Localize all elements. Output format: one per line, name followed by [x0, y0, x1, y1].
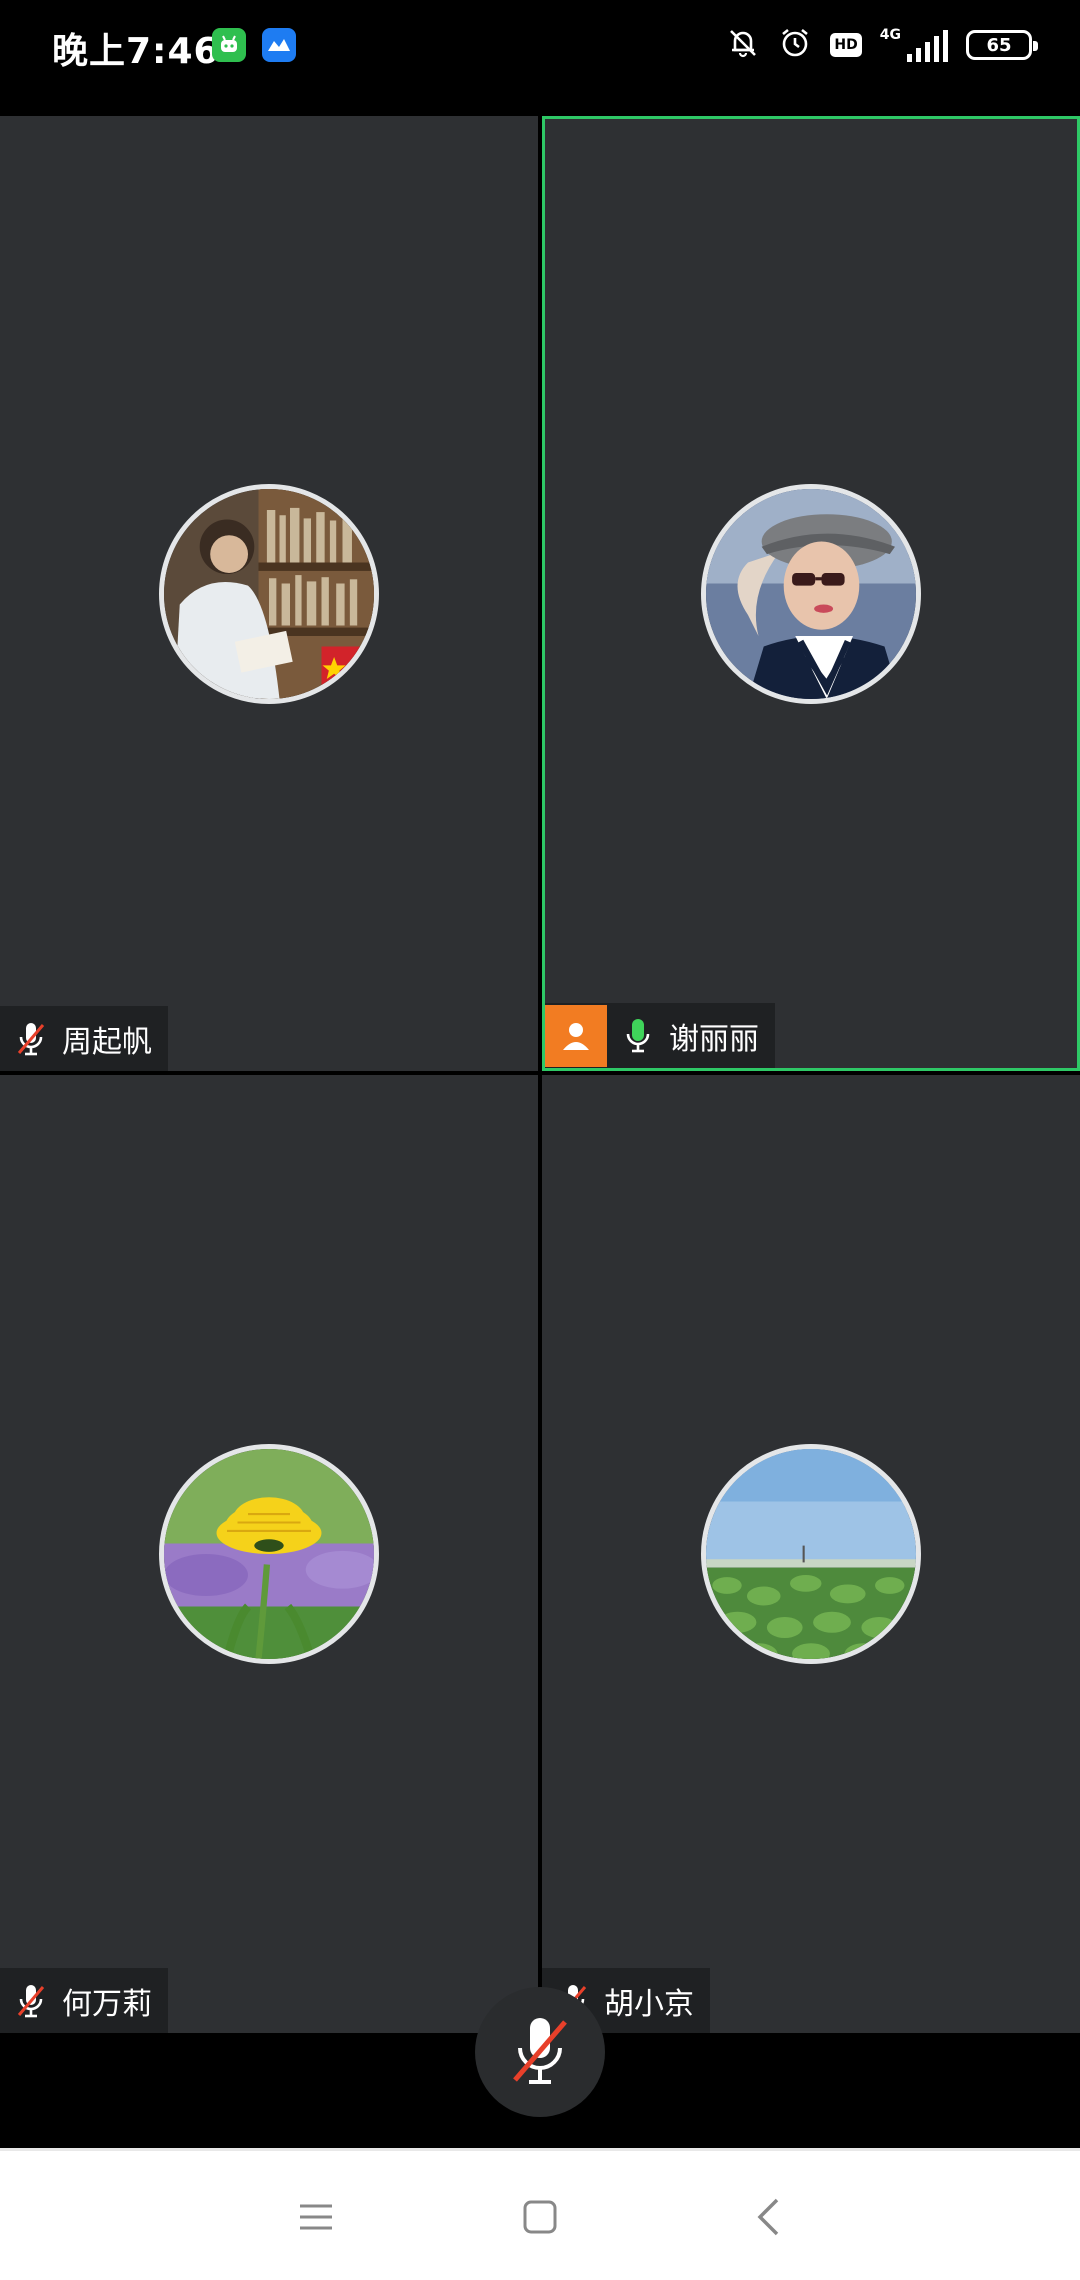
- video-grid: 周起帆 谢丽丽 何万莉 胡小京: [0, 116, 1080, 2033]
- silent-bell-icon: [726, 26, 760, 64]
- recent-apps-button[interactable]: [286, 2187, 346, 2247]
- participant-tile[interactable]: 周起帆: [0, 116, 538, 1071]
- mic-muted-icon: [0, 1006, 62, 1071]
- avatar: [159, 483, 379, 704]
- battery-indicator: 65: [966, 30, 1038, 60]
- avatar: [701, 483, 921, 704]
- back-button[interactable]: [738, 2187, 798, 2247]
- participant-name-tag: 何万莉: [0, 1968, 168, 2033]
- home-button[interactable]: [510, 2187, 570, 2247]
- participant-tile-active-speaker[interactable]: 谢丽丽: [542, 116, 1080, 1071]
- mic-muted-icon: [0, 1968, 62, 2033]
- mute-toggle-button[interactable]: [475, 1987, 605, 2117]
- clock: 晚上7:46: [52, 31, 220, 72]
- signal-strength-icon: 4G: [880, 28, 948, 62]
- avatar: [159, 1444, 379, 1664]
- participant-name-tag: 谢丽丽: [545, 1003, 775, 1068]
- hd-voice-indicator: HD: [830, 33, 862, 57]
- chevron-left-icon: [757, 2198, 779, 2236]
- mic-active-icon: [607, 1003, 669, 1068]
- android-app-icon: [212, 28, 246, 62]
- avatar: [701, 1444, 921, 1664]
- system-navigation-bar: [0, 2148, 1080, 2280]
- square-icon: [523, 2200, 557, 2234]
- menu-icon: [300, 2204, 332, 2230]
- status-bar: 晚上7:46 HD 4G 65: [0, 0, 1080, 90]
- alarm-clock-icon: [778, 26, 812, 64]
- participant-tile[interactable]: 胡小京: [542, 1075, 1080, 2033]
- mic-muted-icon: [513, 2018, 567, 2084]
- host-icon: [545, 1004, 607, 1067]
- participant-tile[interactable]: 何万莉: [0, 1075, 538, 2033]
- participant-name-tag: 周起帆: [0, 1006, 168, 1071]
- meeting-app-icon: [262, 28, 296, 62]
